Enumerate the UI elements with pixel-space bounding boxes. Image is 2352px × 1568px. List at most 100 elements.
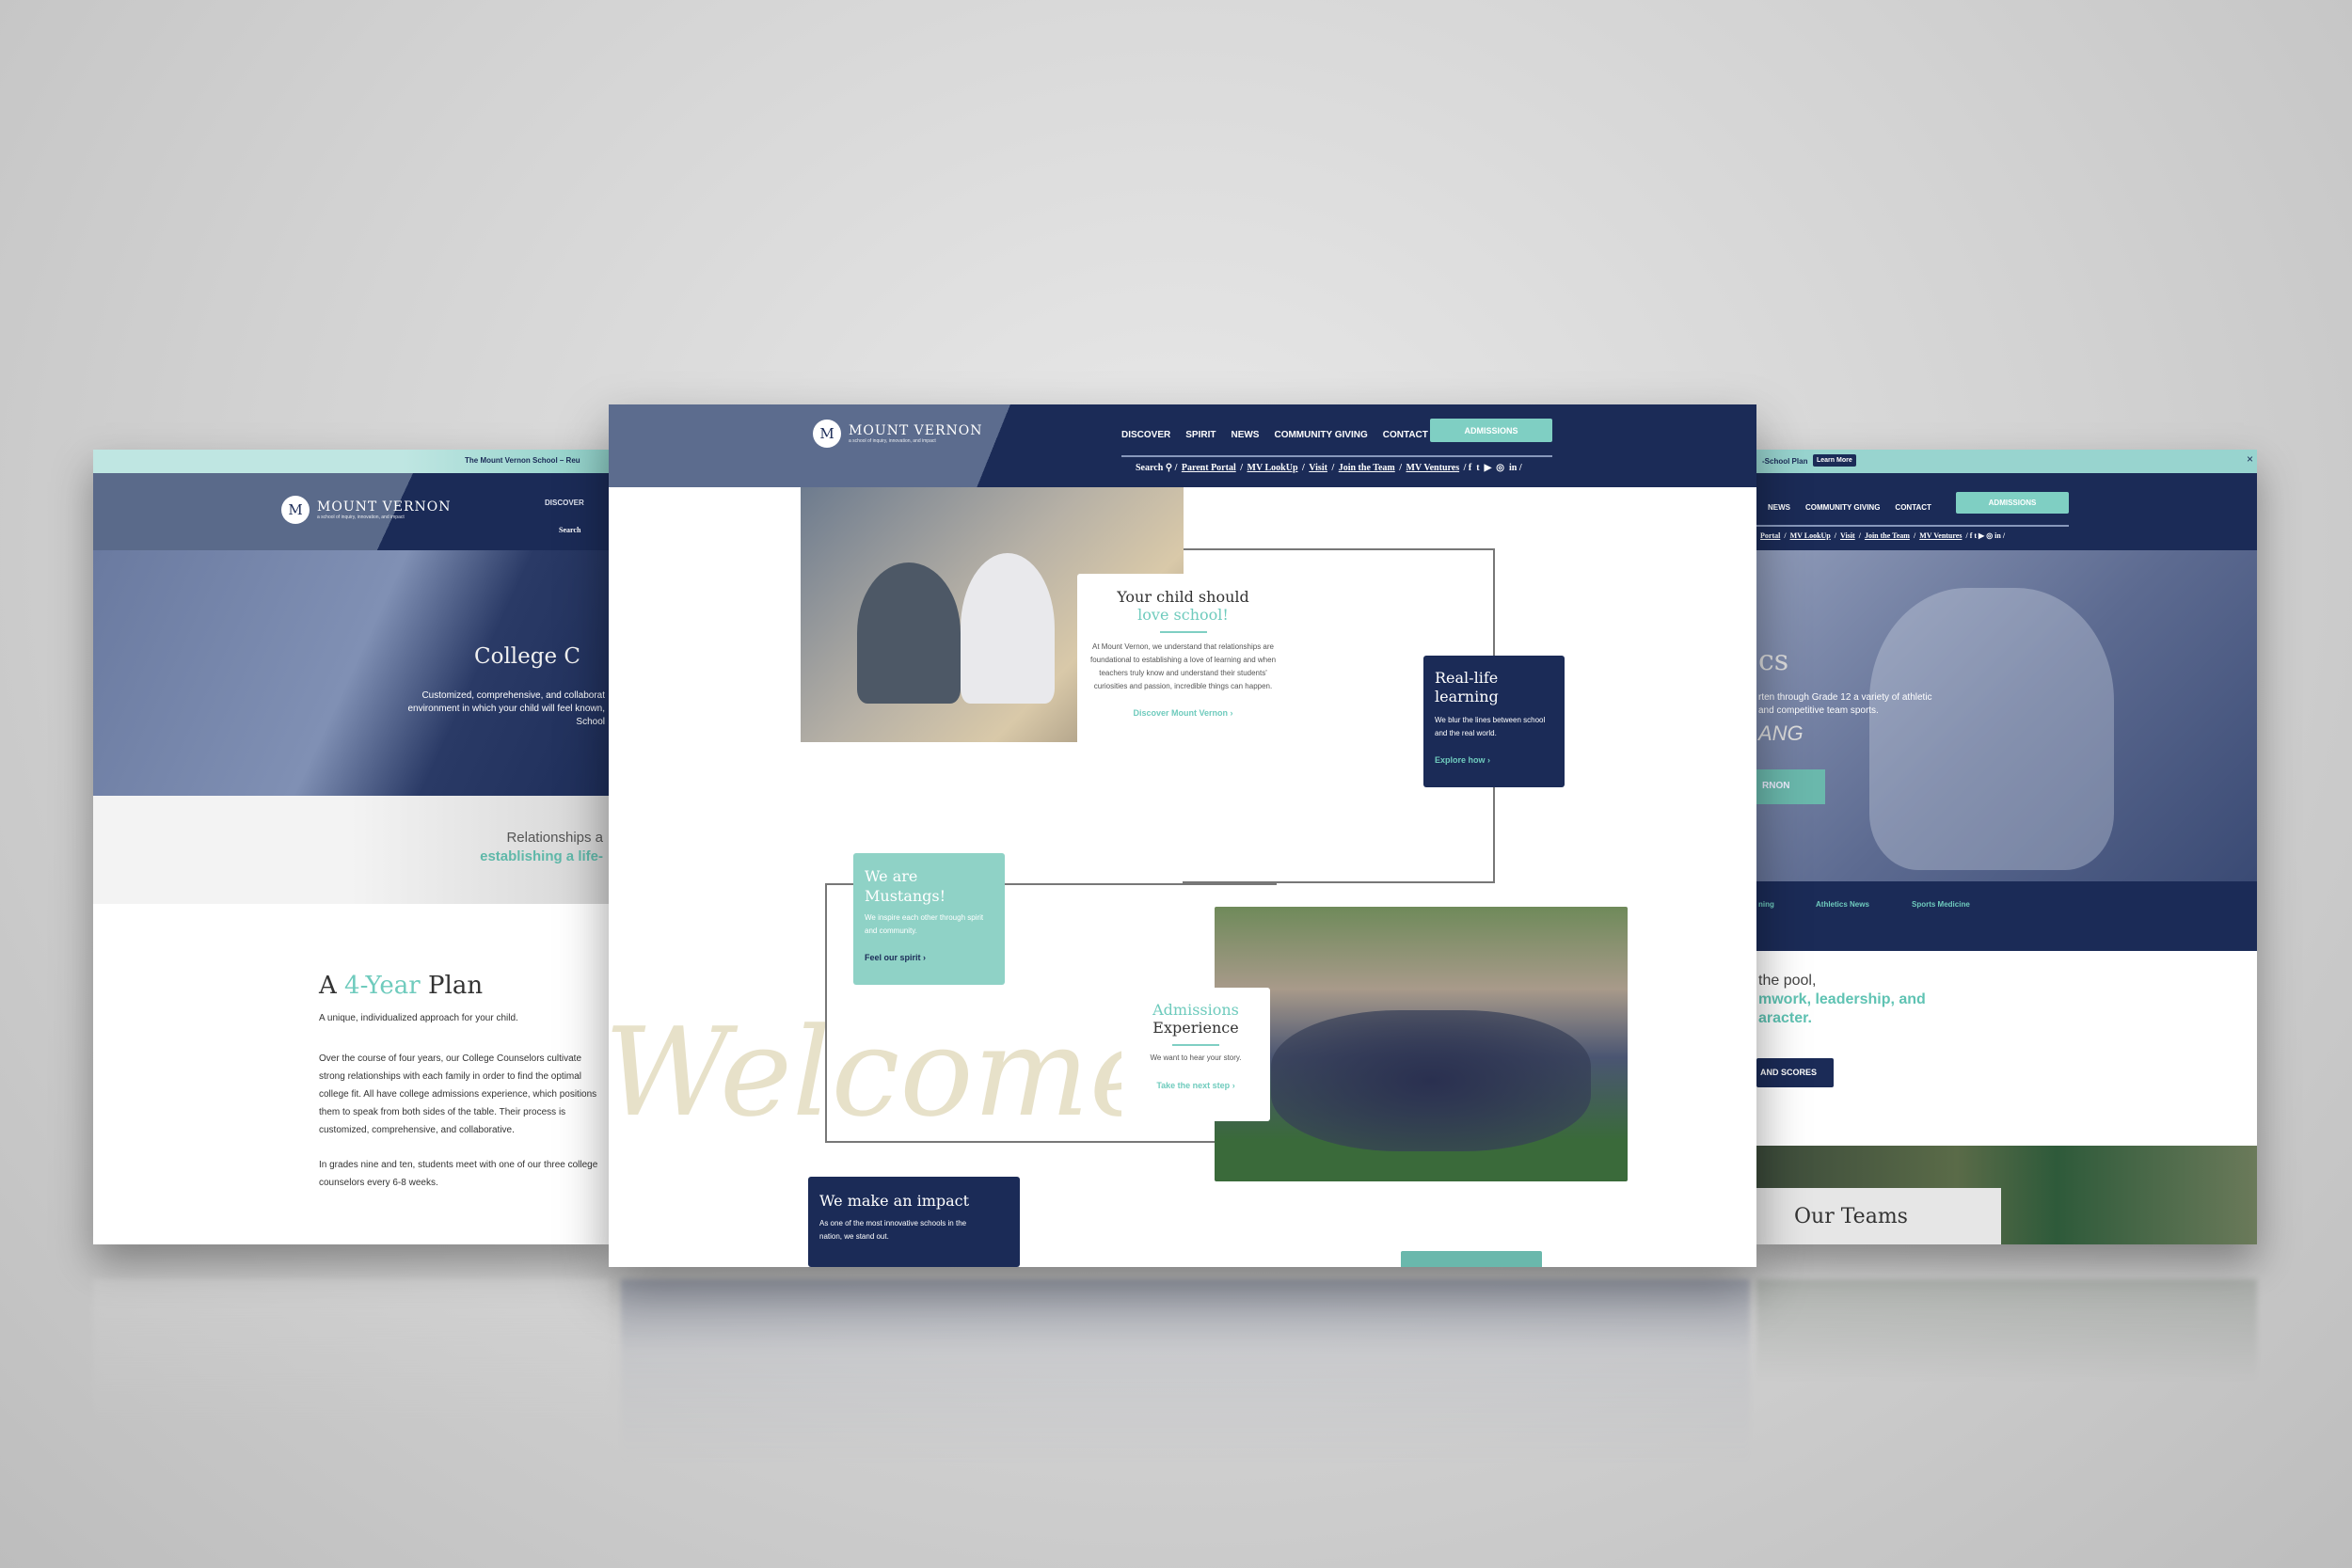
next-step-link[interactable]: Take the next step ›: [1129, 1081, 1263, 1090]
nav-news[interactable]: NEWS: [1768, 503, 1790, 512]
impact-card: We make an impact As one of the most inn…: [808, 1177, 1020, 1267]
util-link[interactable]: Portal: [1760, 531, 1780, 540]
floor-reflection-left: [93, 1279, 609, 1430]
util-link[interactable]: MV LookUp: [1790, 531, 1831, 540]
card-title: Experience: [1152, 1019, 1239, 1037]
hero-text: rten through Grade 12 a variety of athle…: [1758, 691, 1932, 718]
card-title: We make an impact: [819, 1192, 970, 1210]
card-title: Real-life learning: [1435, 669, 1499, 705]
hero-button[interactable]: RNON: [1756, 769, 1825, 804]
child-figure: [857, 562, 961, 704]
explore-link[interactable]: Explore how ›: [1435, 755, 1553, 765]
learn-more-button[interactable]: Learn More: [1813, 454, 1856, 467]
nav-discover[interactable]: DISCOVER: [545, 499, 584, 507]
link-mv-lookup[interactable]: MV LookUp: [1248, 463, 1298, 473]
nav-contact[interactable]: CONTACT: [1895, 503, 1931, 512]
hero-line: Customized, comprehensive, and collabora…: [421, 690, 605, 701]
card-body: We want to hear your story.: [1150, 1053, 1242, 1062]
admissions-card: Admissions Experience We want to hear yo…: [1121, 988, 1270, 1121]
card-body: We inspire each other through spirit and…: [865, 913, 984, 935]
hero-title: cs: [1758, 644, 1789, 677]
linkedin-icon[interactable]: in: [1994, 531, 2001, 540]
nav-spirit[interactable]: SPIRIT: [1185, 430, 1216, 440]
main-nav: NEWS COMMUNITY GIVING CONTACT: [1768, 498, 1947, 515]
subnav-athletics-news[interactable]: Athletics News: [1816, 900, 1869, 909]
link-label: Explore how: [1435, 755, 1486, 765]
plan-title: A 4-Year Plan: [319, 972, 601, 1000]
floor-reflection-center: [621, 1279, 1750, 1467]
twitter-icon[interactable]: t: [1476, 463, 1479, 473]
card-title: We are Mustangs!: [865, 867, 946, 905]
schedules-scores-button[interactable]: AND SCORES: [1756, 1058, 1834, 1087]
nav-discover[interactable]: DISCOVER: [1121, 430, 1170, 440]
link-parent-portal[interactable]: Parent Portal: [1182, 463, 1236, 473]
link-mv-ventures[interactable]: MV Ventures: [1406, 463, 1460, 473]
banner-text: The Mount Vernon School – Reu: [465, 456, 580, 465]
hero-text: Customized, comprehensive, and collabora…: [328, 689, 605, 729]
logo[interactable]: M MOUNT VERNON a school of inquiry, innov…: [281, 496, 452, 524]
card-body: As one of the most innovative schools in…: [819, 1219, 967, 1241]
instagram-icon[interactable]: ◎: [1986, 531, 1993, 540]
floor-reflection-right: [1756, 1279, 2257, 1383]
left-page-screenshot: The Mount Vernon School – Reu M MOUNT VE…: [93, 450, 609, 1244]
header-divider: [1121, 455, 1552, 457]
banner-text: -School Plan: [1762, 457, 1808, 466]
twitter-icon[interactable]: t: [1974, 531, 1977, 540]
chevron-right-icon: ›: [1230, 708, 1233, 718]
card-divider: [1172, 1044, 1219, 1046]
youtube-icon[interactable]: ▶: [1979, 531, 1984, 540]
welcome-watermark: Welcome: [609, 1001, 1162, 1144]
main-nav: DISCOVER SPIRIT NEWS COMMUNITY GIVING CONTAC…: [1121, 425, 1443, 442]
util-link[interactable]: Visit: [1840, 531, 1855, 540]
util-link[interactable]: Join the Team: [1865, 531, 1910, 540]
header-divider: [1756, 525, 2069, 527]
real-life-card: Real-life learning We blur the lines bet…: [1423, 656, 1565, 787]
card-title-highlight: love school!: [1137, 606, 1229, 624]
instagram-icon[interactable]: ◎: [1496, 463, 1504, 473]
card-body: At Mount Vernon, we understand that rela…: [1089, 642, 1277, 690]
nav-community-giving[interactable]: COMMUNITY GIVING: [1805, 503, 1880, 512]
hero-script: ANG: [1758, 721, 1804, 745]
hero-line: environment in which your child will fee…: [407, 704, 605, 714]
nav-contact[interactable]: CONTACT: [1383, 430, 1428, 440]
love-school-card: Your child should love school! At Mount …: [1077, 574, 1289, 750]
facebook-icon[interactable]: f: [1469, 463, 1471, 473]
nav-community-giving[interactable]: COMMUNITY GIVING: [1274, 430, 1367, 440]
link-visit[interactable]: Visit: [1309, 463, 1327, 473]
util-link[interactable]: MV Ventures: [1919, 531, 1962, 540]
teams-title: Our Teams: [1794, 1205, 1908, 1228]
logo-monogram: M: [813, 420, 841, 448]
link-label: Take the next step: [1156, 1081, 1231, 1090]
logo-monogram: M: [281, 496, 310, 524]
plan-title-part: Plan: [420, 972, 484, 1000]
spirit-link[interactable]: Feel our spirit ›: [865, 953, 993, 962]
logo-name: MOUNT VERNON: [317, 499, 452, 515]
search-link[interactable]: Search ⚲: [1136, 463, 1172, 473]
linkedin-icon[interactable]: in: [1509, 463, 1517, 473]
logo-tagline: a school of inquiry, innovation, and imp…: [849, 438, 936, 444]
admissions-button[interactable]: ADMISSIONS: [1430, 419, 1552, 442]
facebook-icon[interactable]: f: [1970, 531, 1973, 540]
search-icon: ⚲: [1165, 463, 1173, 473]
youtube-icon[interactable]: ▶: [1485, 463, 1492, 473]
search-link[interactable]: Search: [559, 526, 580, 534]
intro-line-highlight: mwork, leadership, and: [1758, 991, 1926, 1007]
chevron-right-icon: ›: [1232, 1081, 1235, 1090]
subnav-item[interactable]: ning: [1758, 900, 1774, 909]
plan-paragraph: In grades nine and ten, students meet wi…: [319, 1160, 598, 1188]
announcement-banner: The Mount Vernon School – Reu: [93, 450, 609, 473]
child-figure: [961, 553, 1055, 704]
card-divider: [1159, 631, 1207, 633]
chevron-right-icon: ›: [1487, 755, 1491, 765]
plan-section: A 4-Year Plan A unique, individualized a…: [319, 972, 601, 1192]
close-icon[interactable]: ×: [2247, 452, 2253, 466]
link-join-the-team[interactable]: Join the Team: [1339, 463, 1395, 473]
admissions-button[interactable]: ADMISSIONS: [1956, 492, 2069, 514]
teal-button-partial[interactable]: [1401, 1251, 1542, 1267]
header: M MOUNT VERNON a school of inquiry, innov…: [609, 404, 1756, 487]
plan-title-part: A: [319, 972, 345, 1000]
nav-news[interactable]: NEWS: [1231, 430, 1259, 440]
subnav-sports-medicine[interactable]: Sports Medicine: [1912, 900, 1970, 909]
discover-link[interactable]: Discover Mount Vernon ›: [1089, 708, 1278, 718]
logo[interactable]: M MOUNT VERNON a school of inquiry, innov…: [813, 420, 983, 448]
